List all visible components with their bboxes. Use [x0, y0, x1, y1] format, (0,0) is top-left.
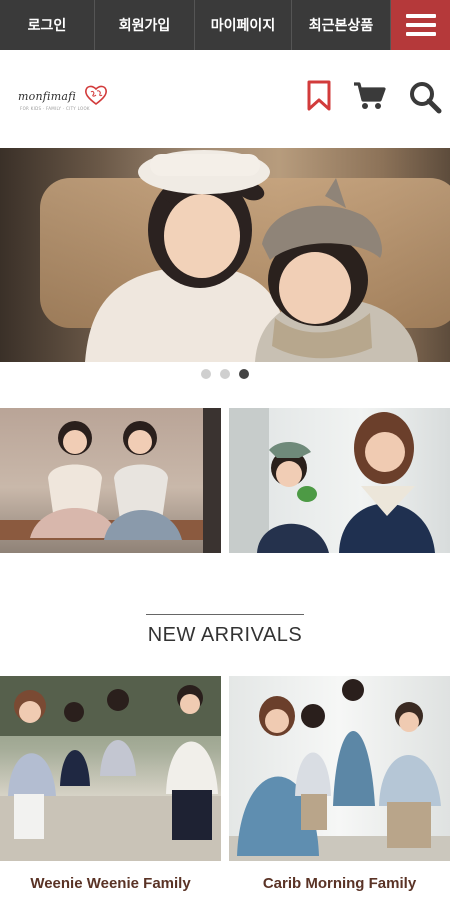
nav-login[interactable]: 로그인 — [0, 0, 95, 50]
search-icon[interactable] — [408, 80, 442, 114]
promo-tile-right[interactable] — [229, 408, 450, 553]
hamburger-menu-button[interactable] — [391, 0, 450, 50]
promo-tile-left[interactable] — [0, 408, 221, 553]
product-name[interactable]: Carib Morning Family — [229, 875, 450, 892]
nav-recently-viewed[interactable]: 최근본상품 — [292, 0, 391, 50]
top-nav: 로그인 회원가입 마이페이지 최근본상품 — [0, 0, 450, 50]
heart-icon — [85, 85, 107, 106]
banner-dot-2[interactable] — [220, 369, 230, 379]
logo-subtext: FOR KIDS · FAMILY · CITY LOOK — [20, 106, 90, 111]
product-photo-family — [0, 676, 221, 861]
promo-photo-girls — [0, 408, 221, 553]
brand-logo[interactable]: monfimafi FOR KIDS · FAMILY · CITY LOOK — [18, 84, 107, 114]
product-image[interactable] — [229, 676, 450, 861]
promo-photo-mother-daughter — [229, 408, 435, 553]
product-card[interactable]: Carib Morning Family — [229, 676, 450, 900]
hamburger-icon-bar — [405, 32, 436, 36]
bookmark-icon[interactable] — [306, 80, 332, 112]
hero-banner[interactable] — [0, 148, 450, 362]
section-divider — [146, 614, 304, 615]
hamburger-icon-bar — [405, 23, 436, 27]
nav-signup[interactable]: 회원가입 — [95, 0, 195, 50]
new-arrivals-title: NEW ARRIVALS — [147, 624, 303, 646]
banner-dot-1[interactable] — [201, 369, 211, 379]
nav-mypage[interactable]: 마이페이지 — [195, 0, 292, 50]
cart-icon[interactable] — [352, 80, 386, 112]
product-photo-family — [229, 679, 450, 861]
product-card[interactable]: Weenie Weenie Family — [0, 676, 221, 900]
product-image[interactable] — [0, 676, 221, 861]
hamburger-icon — [405, 14, 436, 18]
site-header: monfimafi FOR KIDS · FAMILY · CITY LOOK — [0, 50, 450, 148]
product-name[interactable]: Weenie Weenie Family — [0, 875, 221, 892]
banner-photo-children — [85, 150, 418, 362]
logo-text: monfimafi — [18, 90, 77, 103]
banner-pagination — [0, 362, 450, 386]
banner-dot-3[interactable] — [239, 369, 249, 379]
